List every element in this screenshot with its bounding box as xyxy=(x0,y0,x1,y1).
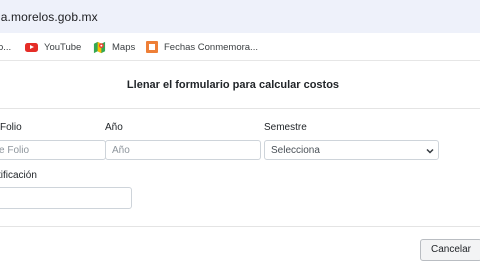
url-text[interactable]: la.morelos.gob.mx xyxy=(0,10,98,24)
identificacion-input[interactable] xyxy=(0,187,132,209)
bookmark-page-icon xyxy=(146,41,158,53)
bookmark-label: Maps xyxy=(112,41,136,53)
address-bar[interactable]: la.morelos.gob.mx xyxy=(0,0,480,33)
folio-label: Folio xyxy=(0,122,22,133)
youtube-icon xyxy=(25,42,38,52)
cancel-button[interactable]: Cancelar xyxy=(420,239,480,261)
anio-placeholder: Año xyxy=(112,145,130,156)
bookmark-label: o... xyxy=(0,41,12,53)
bookmark-fechas[interactable]: Fechas Conmemora... xyxy=(146,39,258,55)
identificacion-label: tificación xyxy=(0,170,37,181)
anio-label: Año xyxy=(105,122,123,133)
modal-header: Llenar el formulario para calcular costo… xyxy=(0,60,480,109)
modal-footer xyxy=(0,226,480,271)
bookmarks-bar: o... YouTube Maps Fechas Conmemora... xyxy=(0,33,480,61)
modal-title: Llenar el formulario para calcular costo… xyxy=(126,79,340,91)
maps-icon xyxy=(93,41,106,53)
folio-input[interactable]: e Folio xyxy=(0,140,106,160)
folio-placeholder: e Folio xyxy=(0,145,30,156)
chevron-down-icon xyxy=(426,148,434,154)
bookmark-item-truncated[interactable]: o... xyxy=(0,39,11,55)
semestre-selected: Selecciona xyxy=(271,145,320,156)
bookmark-maps[interactable]: Maps xyxy=(93,39,135,55)
bookmark-label: YouTube xyxy=(44,41,82,53)
semestre-select[interactable]: Selecciona xyxy=(264,140,439,160)
semestre-label: Semestre xyxy=(264,122,307,133)
bookmark-label: Fechas Conmemora... xyxy=(164,41,258,53)
bookmark-youtube[interactable]: YouTube xyxy=(25,39,81,55)
anio-input[interactable]: Año xyxy=(105,140,261,160)
